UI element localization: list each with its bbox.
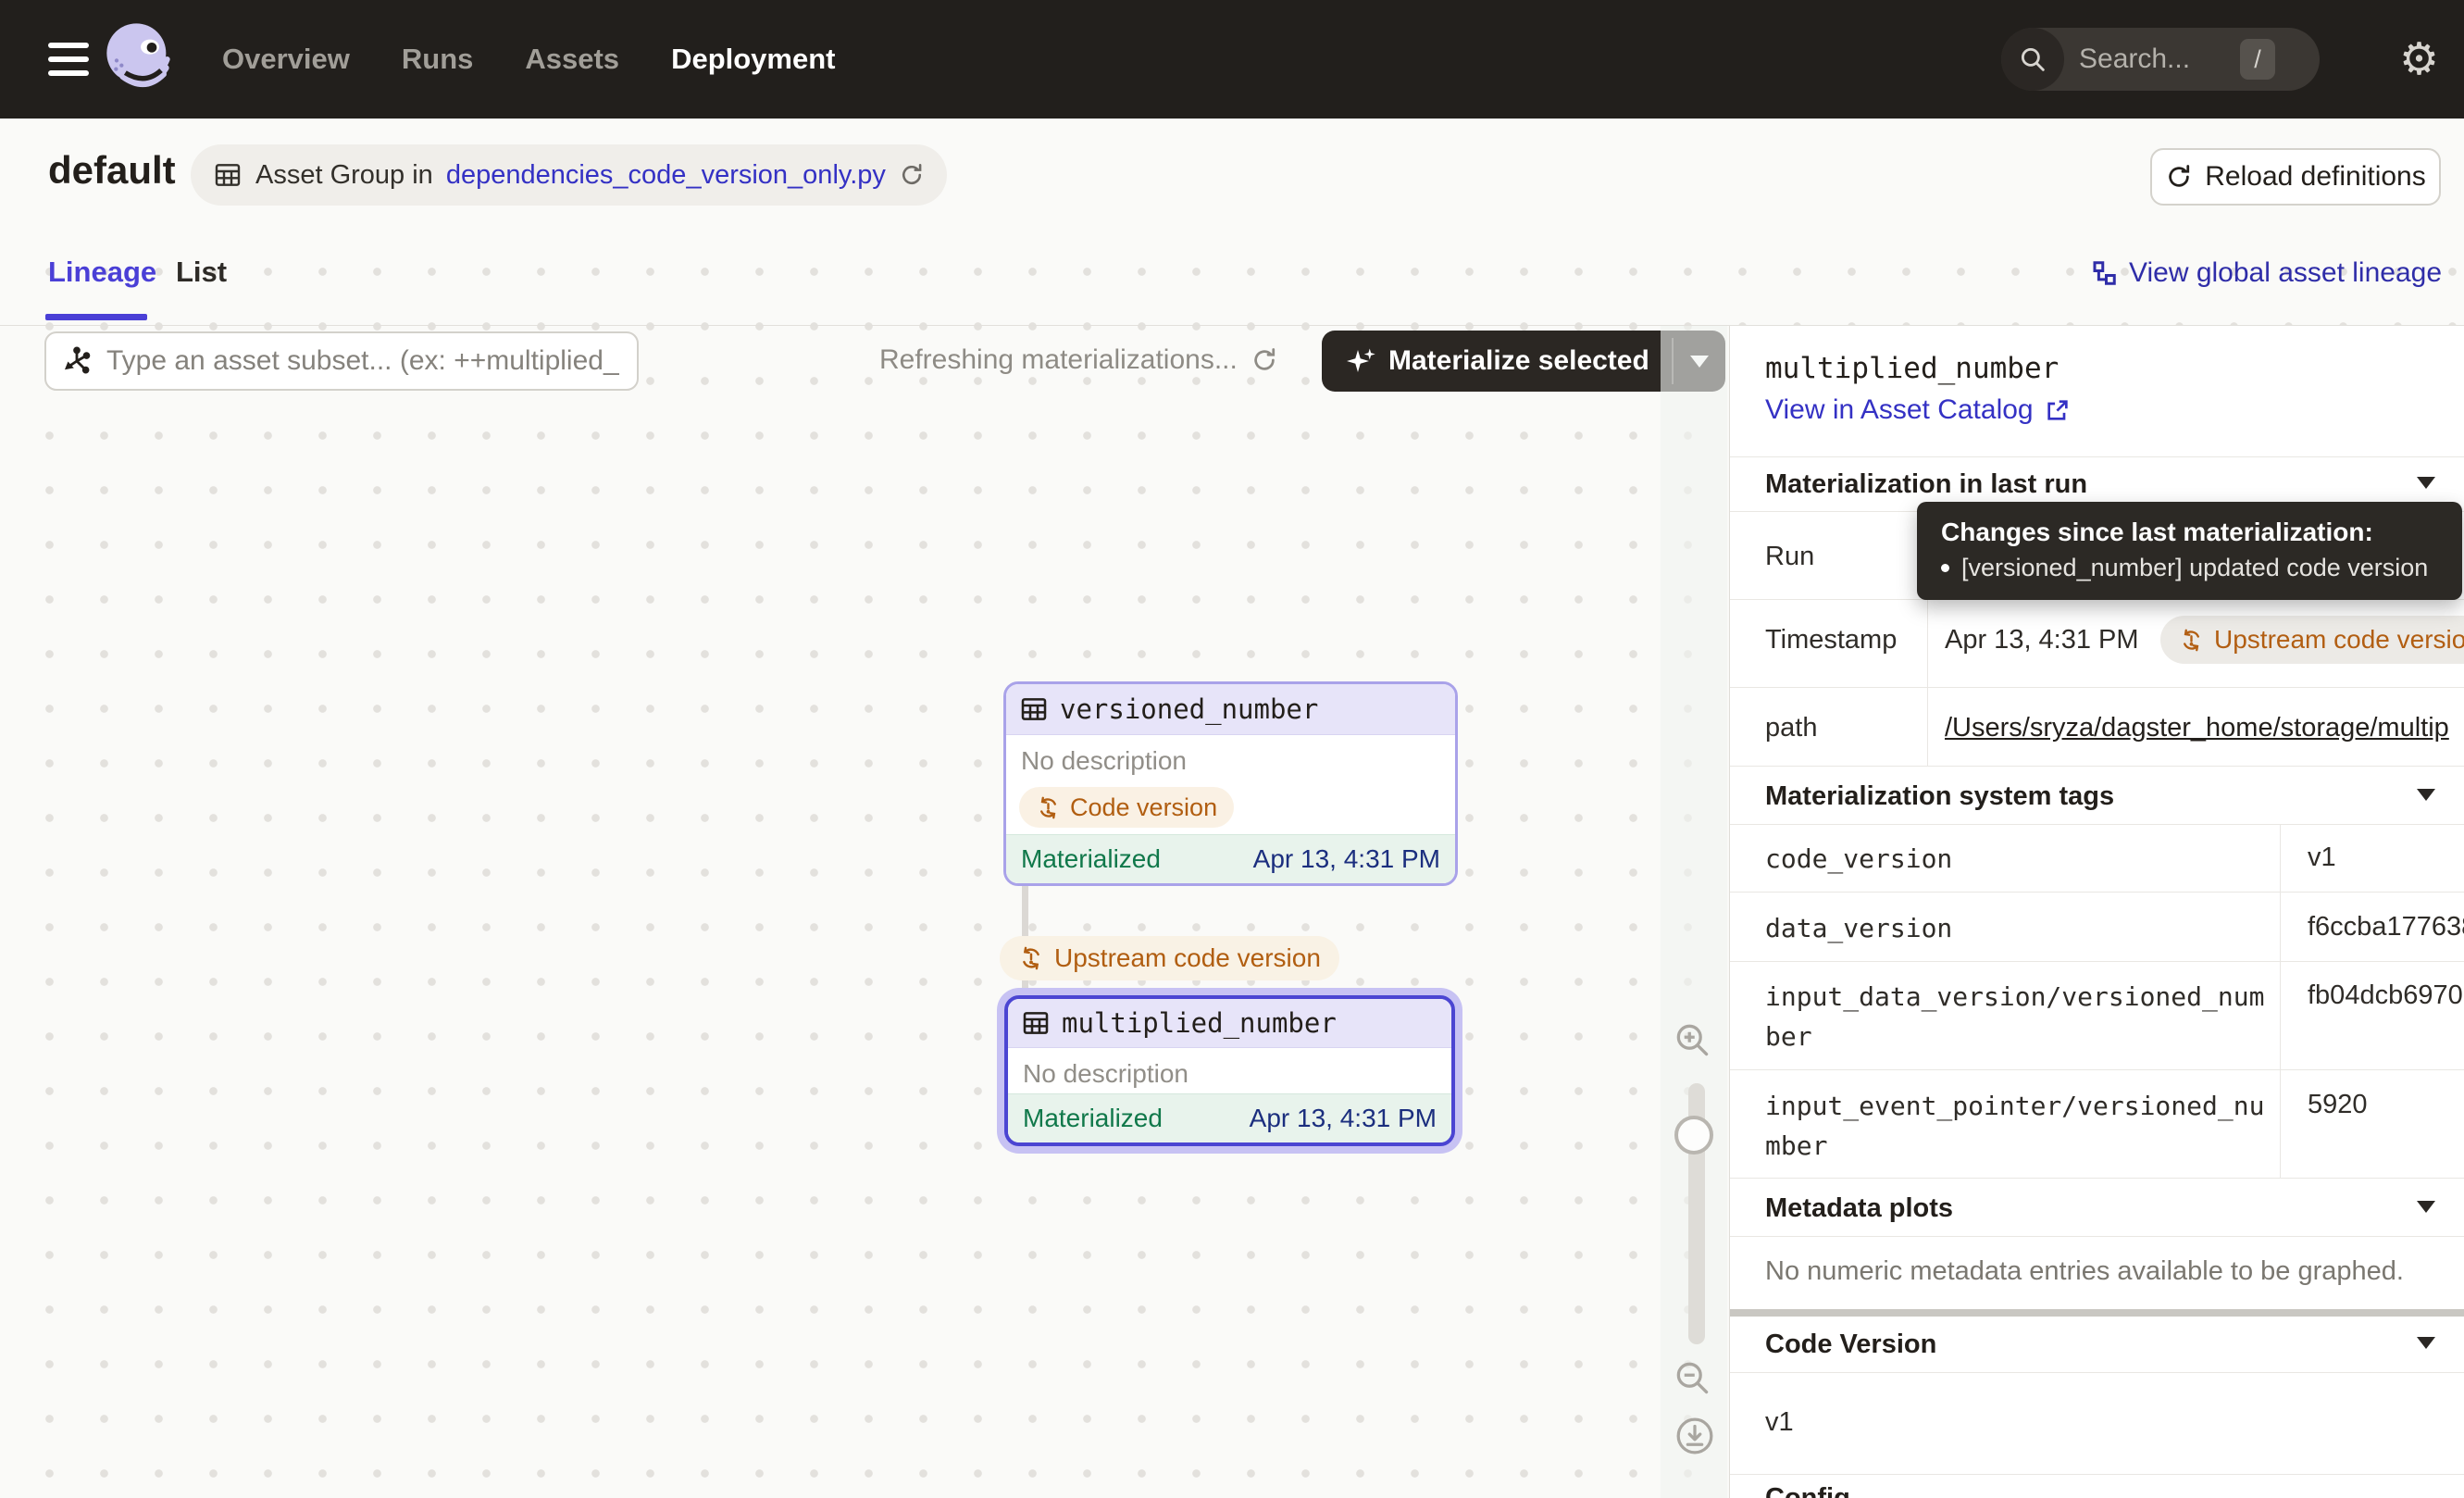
refreshing-label: Refreshing materializations...	[879, 344, 1238, 376]
section-heading-last-run[interactable]: Materialization in last run	[1765, 469, 2087, 500]
nav-item-overview[interactable]: Overview	[222, 43, 350, 76]
global-search[interactable]: /	[2001, 28, 2320, 91]
metadata-plots-empty-state: No numeric metadata entries available to…	[1765, 1256, 2404, 1287]
materialized-status: Materialized	[1023, 1104, 1163, 1133]
primary-nav: Overview Runs Assets Deployment	[222, 0, 835, 119]
asset-group-breadcrumb: Asset Group in dependencies_code_version…	[191, 144, 947, 206]
external-link-icon	[2045, 397, 2071, 423]
chevron-down-icon[interactable]	[2417, 1201, 2435, 1213]
active-tab-underline	[45, 314, 147, 320]
view-global-asset-lineage-link[interactable]: View global asset lineage	[2090, 257, 2442, 289]
code-version-badge: Code version	[1019, 787, 1234, 828]
section-heading-system-tags[interactable]: Materialization system tags	[1765, 781, 2114, 812]
section-group-divider	[1730, 1309, 2464, 1317]
table-grid-icon	[1021, 1008, 1051, 1038]
tooltip-title: Changes since last materialization:	[1941, 518, 2438, 547]
materialization-footer: Materialized Apr 13, 4:31 PM	[1008, 1093, 1451, 1142]
refresh-icon[interactable]	[899, 162, 925, 188]
asset-subset-input[interactable]	[105, 344, 622, 378]
view-in-asset-catalog-label: View in Asset Catalog	[1765, 394, 2034, 426]
tooltip-item: [versioned_number] updated code version	[1961, 554, 2428, 582]
tab-lineage[interactable]: Lineage	[48, 256, 156, 289]
row-label-path: path	[1765, 713, 1817, 743]
bullet-icon	[1941, 564, 1949, 572]
tag-value: fb04dcb6970	[2308, 980, 2463, 1011]
asset-node-description: No description	[1008, 1048, 1451, 1089]
tag-key: input_event_pointer/versioned_number	[1765, 1086, 2270, 1166]
view-in-asset-catalog-link[interactable]: View in Asset Catalog	[1765, 394, 2071, 426]
timestamp-value: Apr 13, 4:31 PM	[1945, 625, 2139, 655]
gear-icon[interactable]: ⚙	[2399, 33, 2439, 85]
materialized-timestamp[interactable]: Apr 13, 4:31 PM	[1250, 1104, 1437, 1133]
nav-item-deployment[interactable]: Deployment	[671, 43, 835, 76]
zoom-slider-handle[interactable]	[1674, 1116, 1713, 1155]
asset-node-multiplied-number-selected[interactable]: multiplied_number No description Materia…	[1004, 995, 1455, 1146]
changes-tooltip: Changes since last materialization: [ver…	[1917, 502, 2462, 600]
code-location-link[interactable]: dependencies_code_version_only.py	[446, 160, 886, 191]
row-label-run: Run	[1765, 542, 1814, 572]
tab-list[interactable]: List	[176, 256, 227, 289]
search-shortcut-badge: /	[2240, 39, 2275, 80]
graph-splat-icon	[61, 345, 93, 377]
asset-node-versioned-number[interactable]: versioned_number No description Code ver…	[1003, 681, 1458, 886]
section-heading-metadata-plots[interactable]: Metadata plots	[1765, 1193, 1953, 1224]
refresh-icon	[2165, 163, 2193, 191]
tag-key: data_version	[1765, 908, 2270, 948]
asset-subset-filter[interactable]	[44, 331, 639, 391]
path-link[interactable]: /Users/sryza/dagster_home/storage/multip	[1945, 713, 2449, 743]
sparkle-icon	[1344, 344, 1377, 378]
refresh-icon[interactable]	[1251, 346, 1278, 374]
materialized-timestamp[interactable]: Apr 13, 4:31 PM	[1253, 844, 1440, 874]
materialized-status: Materialized	[1021, 844, 1161, 874]
asset-node-name: versioned_number	[1060, 693, 1318, 725]
code-version-changed-icon	[2179, 628, 2204, 653]
view-global-asset-lineage-label: View global asset lineage	[2129, 257, 2442, 289]
page-title: default	[48, 148, 176, 193]
tag-value: f6ccba177638	[2308, 912, 2464, 942]
chevron-down-icon[interactable]	[2417, 477, 2435, 489]
code-version-value: v1	[1765, 1407, 1794, 1438]
search-input[interactable]	[2077, 43, 2238, 76]
code-version-changed-icon	[1018, 945, 1044, 971]
table-grid-icon	[213, 160, 243, 190]
panel-asset-title: multiplied_number	[1765, 352, 2059, 385]
tag-value: v1	[2308, 843, 2336, 873]
lineage-graph-icon	[2090, 259, 2118, 287]
upstream-code-version-label: Upstream code version	[1054, 943, 1321, 973]
code-version-badge-label: Code version	[1070, 793, 1217, 822]
refreshing-status: Refreshing materializations...	[879, 344, 1278, 376]
materialize-selected-label: Materialize selected	[1388, 345, 1649, 377]
tag-value: 5920	[2308, 1090, 2368, 1120]
nav-item-runs[interactable]: Runs	[402, 43, 474, 76]
materialization-footer: Materialized Apr 13, 4:31 PM	[1006, 834, 1455, 883]
hamburger-menu-icon[interactable]	[48, 43, 89, 76]
upstream-code-version-label: Upstream code version	[2214, 625, 2464, 655]
asset-node-description: No description	[1006, 735, 1455, 776]
row-label-timestamp: Timestamp	[1765, 625, 1897, 655]
section-heading-code-version[interactable]: Code Version	[1765, 1329, 1936, 1360]
section-heading-config[interactable]: Config	[1765, 1483, 1850, 1498]
reload-definitions-label: Reload definitions	[2205, 161, 2426, 193]
chevron-down-icon[interactable]	[2417, 1337, 2435, 1349]
upstream-code-version-badge: Upstream code version	[2160, 616, 2464, 664]
code-version-changed-icon	[1036, 795, 1061, 820]
chevron-down-icon[interactable]	[2417, 789, 2435, 801]
dagster-logo-icon[interactable]	[98, 19, 180, 100]
asset-group-prefix: Asset Group in	[255, 160, 433, 191]
zoom-out-icon[interactable]	[1672, 1357, 1712, 1398]
reload-definitions-button[interactable]: Reload definitions	[2150, 148, 2441, 206]
zoom-in-icon[interactable]	[1672, 1019, 1712, 1060]
upstream-code-version-badge: Upstream code version	[1000, 936, 1339, 980]
download-graph-icon[interactable]	[1674, 1415, 1716, 1457]
tag-key: code_version	[1765, 839, 2270, 879]
nav-item-assets[interactable]: Assets	[525, 43, 619, 76]
top-navigation-bar: Overview Runs Assets Deployment / ⚙	[0, 0, 2464, 119]
tag-key: input_data_version/versioned_number	[1765, 977, 2270, 1056]
search-icon	[2001, 28, 2064, 91]
asset-node-name: multiplied_number	[1062, 1007, 1337, 1039]
table-grid-icon	[1019, 694, 1049, 724]
